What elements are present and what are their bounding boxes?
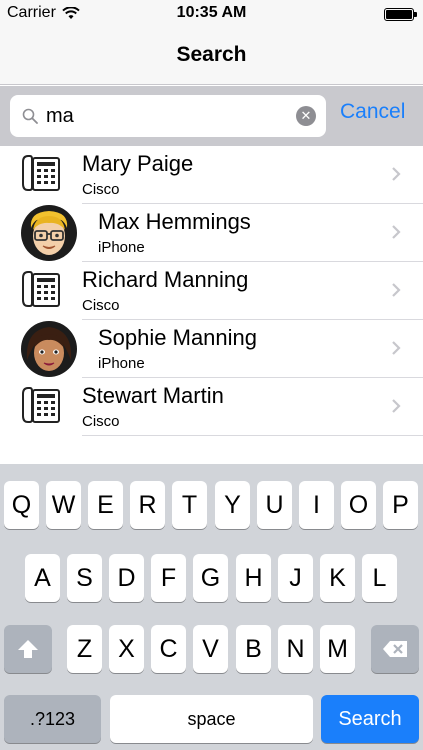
key-c[interactable]: C [151,625,186,673]
key-a[interactable]: A [25,554,60,602]
key-r[interactable]: R [130,481,165,529]
key-j[interactable]: J [278,554,313,602]
avatar [21,205,77,261]
shift-icon [18,640,38,658]
key-y[interactable]: Y [215,481,250,529]
key-i[interactable]: I [299,481,334,529]
key-q[interactable]: Q [4,481,39,529]
key-m[interactable]: M [320,625,355,673]
contact-device: Cisco [82,297,120,314]
results-list: Mary Paige Cisco Max Hemmings iPhone Ric… [0,146,423,464]
status-time: 10:35 AM [176,4,247,21]
backspace-icon [383,641,407,657]
key-h[interactable]: H [236,554,271,602]
chevron-right-icon [392,225,401,239]
key-x[interactable]: X [109,625,144,673]
key-l[interactable]: L [362,554,397,602]
clear-icon[interactable]: ✕ [296,106,316,126]
desk-phone-icon [22,155,60,191]
desk-phone-icon [22,271,60,307]
list-item[interactable]: Mary Paige Cisco [0,146,423,204]
contact-device: Cisco [82,413,120,430]
avatar [21,321,77,377]
key-u[interactable]: U [257,481,292,529]
chevron-right-icon [392,399,401,413]
contact-device: iPhone [98,239,145,256]
page-title: Search [176,43,247,66]
chevron-right-icon [392,341,401,355]
search-field[interactable]: ✕ [10,95,326,137]
contact-device: Cisco [82,181,120,198]
list-item[interactable]: Richard Manning Cisco [0,262,423,320]
search-key[interactable]: Search [321,695,419,743]
list-item[interactable]: Max Hemmings iPhone [0,204,423,262]
key-t[interactable]: T [172,481,207,529]
contact-name: Richard Manning [82,267,249,292]
shift-key[interactable] [4,625,52,673]
list-item[interactable]: Stewart Martin Cisco [0,378,423,436]
key-e[interactable]: E [88,481,123,529]
list-item[interactable]: Sophie Manning iPhone [0,320,423,378]
key-d[interactable]: D [109,554,144,602]
chevron-right-icon [392,167,401,181]
contact-name: Max Hemmings [98,209,251,234]
search-icon [22,108,38,124]
contact-name: Stewart Martin [82,383,224,408]
key-w[interactable]: W [46,481,81,529]
key-b[interactable]: B [236,625,271,673]
key-g[interactable]: G [193,554,228,602]
desk-phone-icon [22,387,60,423]
search-input[interactable] [46,101,296,131]
chevron-right-icon [392,283,401,297]
key-o[interactable]: O [341,481,376,529]
space-key[interactable]: space [110,695,313,743]
battery-icon [384,8,417,21]
key-z[interactable]: Z [67,625,102,673]
key-v[interactable]: V [193,625,228,673]
status-bar: Carrier 10:35 AM [0,0,423,30]
contact-name: Mary Paige [82,151,194,176]
key-n[interactable]: N [278,625,313,673]
numbers-key[interactable]: .?123 [4,695,101,743]
contact-device: iPhone [98,355,145,372]
backspace-key[interactable] [371,625,419,673]
key-f[interactable]: F [151,554,186,602]
cancel-button[interactable]: Cancel [340,100,405,124]
key-p[interactable]: P [383,481,418,529]
keyboard: Q W E R T Y U I O P A S D F G H J K L Z … [0,464,423,750]
contact-name: Sophie Manning [98,325,258,350]
key-k[interactable]: K [320,554,355,602]
key-s[interactable]: S [67,554,102,602]
search-bar: ✕ Cancel [0,86,423,146]
navigation-bar: Search [0,30,423,85]
